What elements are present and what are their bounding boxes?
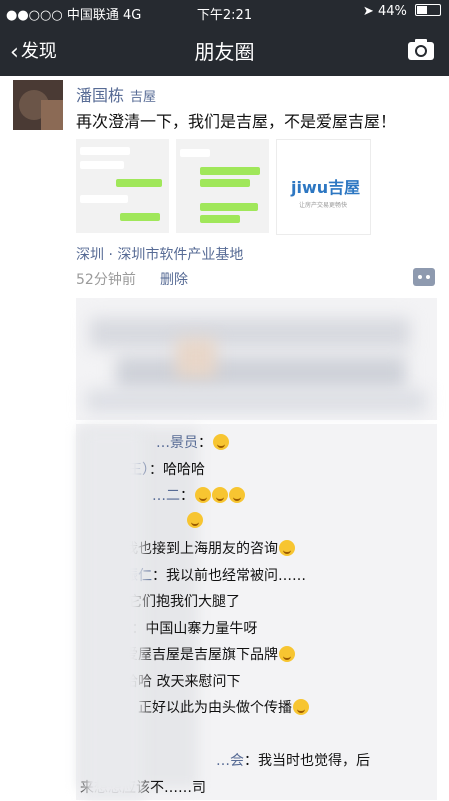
author-org: 吉屋 — [130, 90, 157, 105]
status-bar: ●●○○○ 中国联通 4G 下午2:21 ➤ 44% — [0, 0, 449, 24]
author-label: 潘国栋 — [76, 86, 125, 105]
emoji-icon — [195, 487, 211, 503]
battery-icon — [415, 4, 441, 16]
likes-area — [76, 298, 437, 420]
delete-link[interactable]: 删除 — [160, 269, 188, 289]
comment-text: ： — [198, 435, 212, 451]
post-text: 再次澄清一下，我们是吉屋，不是爱屋吉屋！ — [76, 112, 397, 131]
emoji-icon — [229, 487, 245, 503]
comment-row[interactable] — [186, 511, 203, 536]
page-title: 朋友圈 — [194, 40, 255, 64]
post-image-3[interactable]: jiwu吉屋 让房产交易更畅快 — [276, 139, 371, 235]
logo-text: jiwu — [291, 178, 329, 197]
comment-author[interactable]: …二 — [152, 488, 180, 504]
avatar[interactable] — [13, 80, 63, 130]
post-image-2[interactable] — [176, 139, 269, 233]
emoji-icon — [293, 699, 309, 715]
comment-row[interactable]: …二： — [152, 485, 245, 509]
battery-percent: 44% — [377, 4, 407, 19]
location-arrow-icon: ➤ — [362, 4, 374, 19]
emoji-icon — [212, 487, 228, 503]
author-name[interactable]: 潘国栋 吉屋 — [76, 82, 156, 106]
post-image-1[interactable] — [76, 139, 169, 233]
post-time: 52分钟前 — [76, 272, 136, 288]
comment-text: 它们抱我们大腿了 — [128, 594, 240, 610]
comment-row[interactable]: …景员： — [156, 432, 229, 456]
comment-author[interactable]: …景员 — [156, 435, 198, 451]
comment-text: ：中国山寨力量牛呀 — [131, 620, 258, 637]
comment-row[interactable]: …会：我当时也觉得，后 — [216, 750, 370, 774]
jiwu-logo: jiwu吉屋 — [291, 174, 360, 198]
comment-text: ：我以前也经常被问…… — [152, 567, 306, 584]
emoji-icon — [279, 540, 295, 556]
comment-options-button[interactable] — [413, 268, 435, 286]
comment-text: ：我当时也觉得，后 — [244, 753, 370, 769]
logo-tagline: 让房产交易更畅快 — [299, 202, 348, 209]
comment-row[interactable]: 它们抱我们大腿了 — [128, 591, 240, 615]
post-location[interactable]: 深圳 · 深圳市软件产业基地 — [76, 244, 243, 264]
emoji-icon — [213, 434, 229, 450]
comment-author[interactable]: …会 — [216, 753, 244, 769]
comment-text: ： — [180, 488, 194, 504]
comment-text: ：正好以此为由头做个传播 — [124, 700, 292, 716]
camera-icon[interactable] — [407, 37, 435, 61]
emoji-icon — [279, 646, 295, 662]
battery-indicator: ➤ 44% — [363, 4, 441, 19]
nav-bar: ‹ 发现 朋友圈 — [0, 24, 449, 76]
logo-suffix: 吉屋 — [328, 178, 361, 197]
emoji-icon — [187, 511, 203, 528]
comment-text: ：哈哈哈 — [149, 461, 205, 478]
